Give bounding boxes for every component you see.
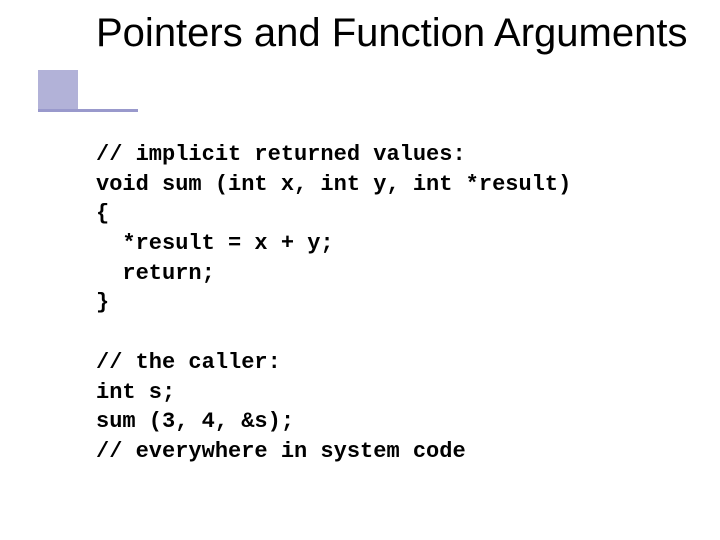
code-block: // implicit returned values: void sum (i… xyxy=(96,140,571,467)
slide: Pointers and Function Arguments // impli… xyxy=(0,0,720,540)
accent-underline xyxy=(38,109,138,112)
accent-square xyxy=(38,70,78,110)
slide-title: Pointers and Function Arguments xyxy=(96,10,687,56)
